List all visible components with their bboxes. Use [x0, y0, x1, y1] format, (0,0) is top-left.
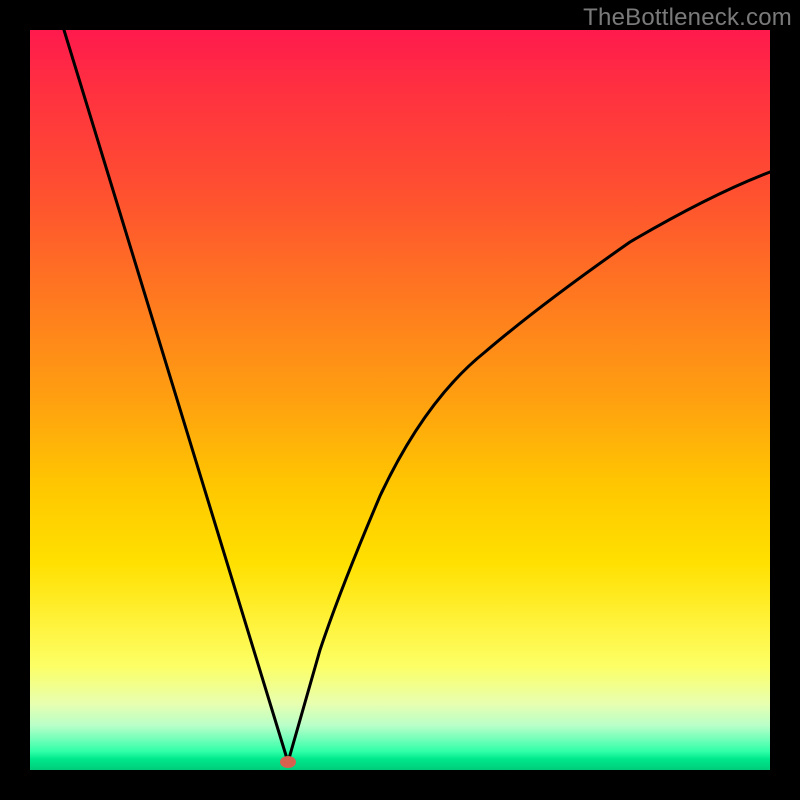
watermark-label: TheBottleneck.com: [583, 4, 792, 32]
chart-frame: TheBottleneck.com: [0, 0, 800, 800]
gradient-background: [30, 30, 770, 770]
